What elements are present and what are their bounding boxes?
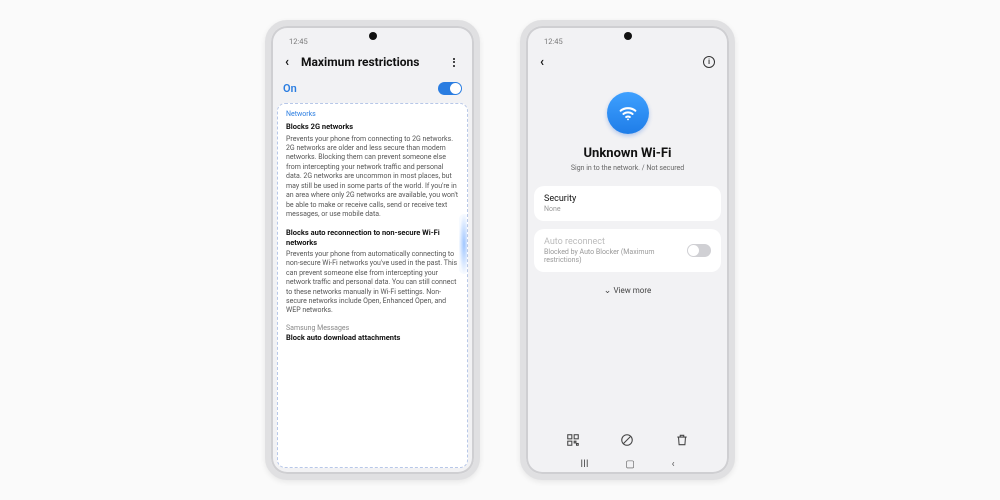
bottom-actions: [534, 421, 721, 455]
info-button[interactable]: i: [701, 54, 717, 70]
nav-home[interactable]: ▢: [625, 459, 634, 470]
phone-left: 12:45 ‹ Maximum restrictions On Networks…: [265, 20, 480, 480]
security-value: None: [544, 205, 711, 213]
auto-reconnect-label: Auto reconnect: [544, 237, 687, 247]
more-button[interactable]: [446, 54, 462, 70]
restrictions-list[interactable]: Networks Blocks 2G networks Prevents you…: [277, 103, 468, 468]
android-navbar: III ▢ ‹: [534, 455, 721, 474]
block-button[interactable]: [618, 431, 636, 449]
qr-button[interactable]: [564, 431, 582, 449]
qr-icon: [566, 433, 580, 447]
back-button[interactable]: ‹: [279, 54, 295, 70]
chevron-left-icon: ‹: [285, 55, 289, 70]
toggle-switch[interactable]: [438, 82, 462, 95]
network-name: Unknown Wi-Fi: [583, 146, 671, 161]
auto-reconnect-value: Blocked by Auto Blocker (Maximum restric…: [544, 248, 687, 264]
view-more-button[interactable]: View more: [534, 280, 721, 302]
front-camera: [369, 32, 377, 40]
trash-icon: [675, 433, 689, 447]
block-2g-body: Prevents your phone from connecting to 2…: [286, 135, 459, 220]
clock: 12:45: [289, 37, 308, 46]
wifi-hero: Unknown Wi-Fi Sign in to the network. / …: [534, 76, 721, 186]
block-wifi-body: Prevents your phone from automatically c…: [286, 250, 459, 316]
block-wifi-auto: Blocks auto reconnection to non-secure W…: [286, 228, 459, 316]
page-title: Maximum restrictions: [301, 55, 440, 69]
network-subtitle: Sign in to the network. / Not secured: [571, 164, 684, 172]
block-icon: [620, 433, 634, 447]
back-button[interactable]: ‹: [534, 54, 550, 70]
block-attachments-title: Block auto download attachments: [286, 333, 459, 343]
block-wifi-title: Blocks auto reconnection to non-secure W…: [286, 228, 459, 248]
auto-reconnect-card: Auto reconnect Blocked by Auto Blocker (…: [534, 229, 721, 272]
page-header: ‹ i: [526, 46, 729, 76]
clock: 12:45: [544, 37, 563, 46]
security-card[interactable]: Security None: [534, 186, 721, 221]
section-networks-label: Networks: [286, 110, 459, 119]
chevron-left-icon: ‹: [540, 55, 544, 70]
info-icon: i: [703, 56, 715, 68]
front-camera: [624, 32, 632, 40]
block-2g: Blocks 2G networks Prevents your phone f…: [286, 122, 459, 219]
wifi-detail-content: Unknown Wi-Fi Sign in to the network. / …: [526, 76, 729, 474]
wifi-icon: [617, 102, 639, 124]
section-messages-label: Samsung Messages: [286, 324, 459, 333]
page-header: ‹ Maximum restrictions: [271, 46, 474, 76]
security-label: Security: [544, 194, 711, 204]
more-vertical-icon: [453, 58, 455, 67]
scrollbar-thumb[interactable]: [459, 214, 468, 274]
nav-recents[interactable]: III: [580, 459, 588, 470]
toggle-label: On: [283, 82, 438, 95]
nav-back[interactable]: ‹: [672, 459, 675, 470]
phone-right: 12:45 ‹ i Unknown Wi-Fi Sign in to the n…: [520, 20, 735, 480]
master-toggle-row[interactable]: On: [271, 76, 474, 103]
auto-reconnect-toggle: [687, 244, 711, 257]
delete-button[interactable]: [673, 431, 691, 449]
block-2g-title: Blocks 2G networks: [286, 122, 459, 132]
wifi-icon-badge: [607, 92, 649, 134]
